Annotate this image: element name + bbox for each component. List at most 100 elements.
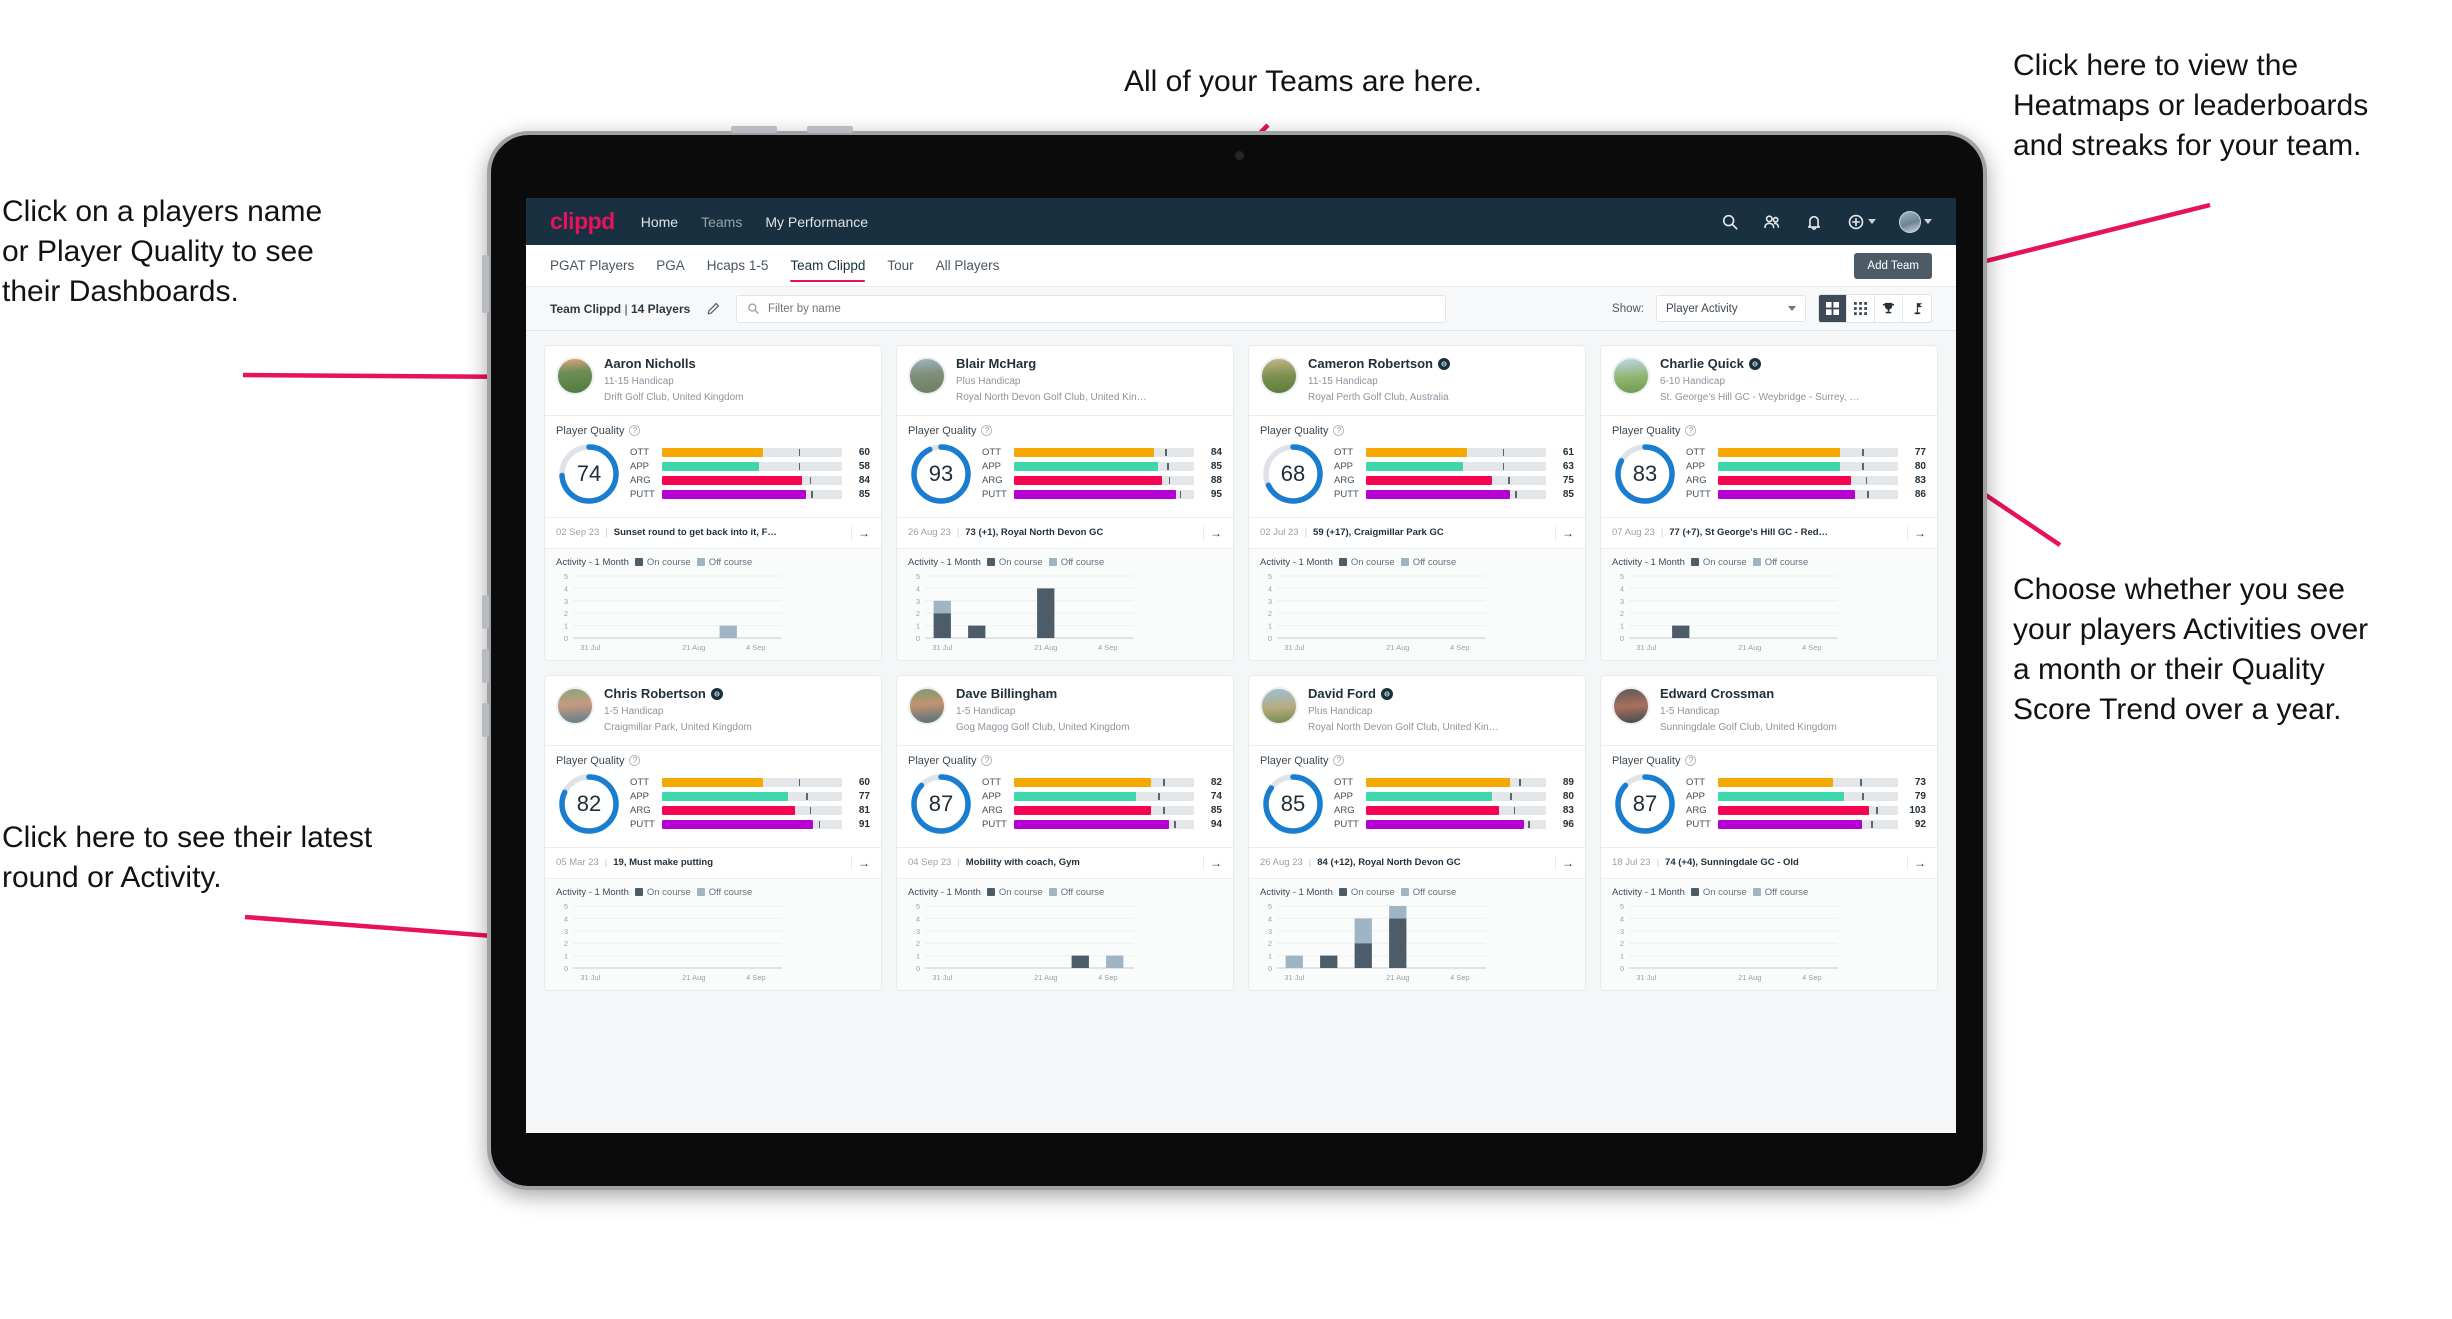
player-name[interactable]: Dave Billingham bbox=[956, 686, 1222, 702]
metric-bar-track bbox=[1014, 792, 1194, 802]
player-quality-section[interactable]: Player Quality ? 82 OTT 60 APP 77 ARG 81… bbox=[545, 746, 881, 847]
latest-round-row[interactable]: 02 Sep 23 | Sunset round to get back int… bbox=[545, 516, 881, 548]
svg-text:5: 5 bbox=[916, 903, 920, 911]
legend-swatch-on-course bbox=[634, 558, 643, 567]
player-name[interactable]: Charlie Quick bbox=[1660, 356, 1926, 372]
tab-tour[interactable]: Tour bbox=[887, 245, 913, 286]
player-quality-body: 87 OTT 73 APP 79 ARG 103 PUTT 92 bbox=[1612, 771, 1926, 837]
arrow-right-icon[interactable]: → bbox=[1907, 855, 1926, 870]
arrow-right-icon[interactable]: → bbox=[1555, 855, 1574, 870]
question-mark-icon[interactable]: ? bbox=[1685, 755, 1697, 767]
tab-team-clippd[interactable]: Team Clippd bbox=[790, 245, 866, 286]
tab-pga[interactable]: PGA bbox=[656, 245, 685, 286]
nav-link-my-performance[interactable]: My Performance bbox=[765, 214, 868, 230]
nav-link-teams[interactable]: Teams bbox=[701, 214, 742, 230]
latest-round-row[interactable]: 04 Sep 23 | Mobility with coach, Gym → bbox=[897, 846, 1233, 878]
player-card-header[interactable]: Dave Billingham 1-5 Handicap Gog Magog G… bbox=[897, 676, 1233, 745]
player-name[interactable]: Blair McHarg bbox=[956, 356, 1222, 372]
legend-on-course: On course bbox=[1338, 887, 1395, 898]
arrow-right-icon[interactable]: → bbox=[851, 525, 870, 540]
player-name[interactable]: Aaron Nicholls bbox=[604, 356, 870, 372]
player-name[interactable]: Chris Robertson bbox=[604, 686, 870, 702]
player-card-header[interactable]: Edward Crossman 1-5 Handicap Sunningdale… bbox=[1601, 676, 1937, 745]
add-team-button[interactable]: Add Team bbox=[1854, 252, 1932, 279]
avatar[interactable] bbox=[1899, 210, 1921, 233]
player-card-header[interactable]: Blair McHarg Plus Handicap Royal North D… bbox=[897, 346, 1233, 415]
chevron-down-icon[interactable] bbox=[1924, 219, 1932, 224]
latest-round-row[interactable]: 05 Mar 23 | 19, Must make putting → bbox=[545, 846, 881, 878]
player-card[interactable]: David Ford Plus Handicap Royal North Dev… bbox=[1248, 674, 1586, 991]
svg-text:0: 0 bbox=[1620, 634, 1624, 643]
player-card-header[interactable]: Charlie Quick 6-10 Handicap St. George's… bbox=[1601, 346, 1937, 415]
player-card-header[interactable]: David Ford Plus Handicap Royal North Dev… bbox=[1249, 676, 1585, 745]
latest-round-row[interactable]: 18 Jul 23 | 74 (+4), Sunningdale GC - Ol… bbox=[1601, 846, 1937, 878]
question-mark-icon[interactable]: ? bbox=[981, 425, 993, 437]
tab-all-players[interactable]: All Players bbox=[936, 245, 1000, 286]
clippd-logo[interactable]: clippd bbox=[550, 208, 615, 235]
tab-pgat-players[interactable]: PGAT Players bbox=[550, 245, 634, 286]
trophy-icon[interactable] bbox=[1875, 295, 1903, 322]
question-mark-icon[interactable]: ? bbox=[629, 755, 641, 767]
metric-bar-fill bbox=[1366, 448, 1467, 458]
flag-icon[interactable] bbox=[1903, 295, 1931, 322]
player-card[interactable]: Edward Crossman 1-5 Handicap Sunningdale… bbox=[1600, 674, 1938, 991]
player-card[interactable]: Dave Billingham 1-5 Handicap Gog Magog G… bbox=[896, 674, 1234, 991]
arrow-right-icon[interactable]: → bbox=[1907, 525, 1926, 540]
arrow-right-icon[interactable]: → bbox=[1203, 855, 1222, 870]
player-card[interactable]: Cameron Robertson 11-15 Handicap Royal P… bbox=[1248, 345, 1586, 661]
player-name[interactable]: David Ford bbox=[1308, 686, 1574, 702]
metric-row: PUTT 96 bbox=[1334, 819, 1574, 830]
activity-bar-chart: 0 1 2 3 4 5 31 Jul 21 Aug 4 Sep bbox=[556, 903, 870, 983]
question-mark-icon[interactable]: ? bbox=[1685, 425, 1697, 437]
player-card[interactable]: Blair McHarg Plus Handicap Royal North D… bbox=[896, 345, 1234, 661]
player-name[interactable]: Edward Crossman bbox=[1660, 686, 1926, 702]
player-quality-body: 82 OTT 60 APP 77 ARG 81 PUTT 91 bbox=[556, 771, 870, 837]
latest-round-row[interactable]: 26 Aug 23 | 73 (+1), Royal North Devon G… bbox=[897, 516, 1233, 548]
player-card-header[interactable]: Chris Robertson 1-5 Handicap Craigmillar… bbox=[545, 676, 881, 745]
latest-round-row[interactable]: 26 Aug 23 | 84 (+12), Royal North Devon … bbox=[1249, 846, 1585, 878]
search-input[interactable] bbox=[767, 302, 1436, 315]
player-quality-section[interactable]: Player Quality ? 83 OTT 77 APP 80 ARG 83… bbox=[1601, 416, 1937, 517]
search-icon[interactable] bbox=[1720, 212, 1739, 231]
bell-icon[interactable] bbox=[1804, 212, 1823, 231]
player-quality-section[interactable]: Player Quality ? 87 OTT 73 APP 79 ARG 10… bbox=[1601, 746, 1937, 847]
legend-off-course: Off course bbox=[696, 887, 752, 898]
chevron-down-icon[interactable] bbox=[1868, 219, 1876, 224]
show-select[interactable]: Player Activity bbox=[1656, 295, 1806, 322]
player-quality-section[interactable]: Player Quality ? 93 OTT 84 APP 85 ARG 88… bbox=[897, 416, 1233, 517]
question-mark-icon[interactable]: ? bbox=[1333, 425, 1345, 437]
arrow-right-icon[interactable]: → bbox=[851, 855, 870, 870]
player-card-header[interactable]: Cameron Robertson 11-15 Handicap Royal P… bbox=[1249, 346, 1585, 415]
player-quality-section[interactable]: Player Quality ? 74 OTT 60 APP 58 ARG 84… bbox=[545, 416, 881, 517]
grid-large-icon[interactable] bbox=[1819, 295, 1847, 322]
player-card-header[interactable]: Aaron Nicholls 11-15 Handicap Drift Golf… bbox=[545, 346, 881, 415]
latest-round-row[interactable]: 02 Jul 23 | 59 (+17), Craigmillar Park G… bbox=[1249, 516, 1585, 548]
player-card[interactable]: Aaron Nicholls 11-15 Handicap Drift Golf… bbox=[544, 345, 882, 661]
metric-bar-fill bbox=[1014, 490, 1176, 500]
svg-text:21 Aug: 21 Aug bbox=[682, 643, 705, 652]
metric-row: ARG 84 bbox=[630, 475, 870, 486]
player-card[interactable]: Charlie Quick 6-10 Handicap St. George's… bbox=[1600, 345, 1938, 661]
nav-link-home[interactable]: Home bbox=[641, 214, 678, 230]
grid-small-icon[interactable] bbox=[1847, 295, 1875, 322]
question-mark-icon[interactable]: ? bbox=[629, 425, 641, 437]
latest-round-row[interactable]: 07 Aug 23 | 77 (+7), St George's Hill GC… bbox=[1601, 516, 1937, 548]
search-input-wrapper[interactable] bbox=[736, 294, 1447, 323]
player-quality-section[interactable]: Player Quality ? 85 OTT 89 APP 80 ARG 83… bbox=[1249, 746, 1585, 847]
metric-bar-benchmark-tick bbox=[811, 491, 813, 499]
plus-circle-icon[interactable] bbox=[1846, 212, 1865, 231]
player-quality-section[interactable]: Player Quality ? 68 OTT 61 APP 63 ARG 75… bbox=[1249, 416, 1585, 517]
question-mark-icon[interactable]: ? bbox=[1333, 755, 1345, 767]
arrow-right-icon[interactable]: → bbox=[1203, 525, 1222, 540]
account-menu[interactable] bbox=[1899, 210, 1932, 233]
question-mark-icon[interactable]: ? bbox=[981, 755, 993, 767]
people-icon[interactable] bbox=[1762, 212, 1781, 231]
player-quality-section[interactable]: Player Quality ? 87 OTT 82 APP 74 ARG 85… bbox=[897, 746, 1233, 847]
arrow-right-icon[interactable]: → bbox=[1555, 525, 1574, 540]
player-name[interactable]: Cameron Robertson bbox=[1308, 356, 1574, 372]
player-card[interactable]: Chris Robertson 1-5 Handicap Craigmillar… bbox=[544, 674, 882, 991]
tab-hcaps-1-5[interactable]: Hcaps 1-5 bbox=[707, 245, 769, 286]
create-menu[interactable] bbox=[1846, 212, 1876, 231]
chevron-down-icon[interactable] bbox=[1788, 306, 1796, 311]
pencil-icon[interactable] bbox=[702, 298, 724, 320]
